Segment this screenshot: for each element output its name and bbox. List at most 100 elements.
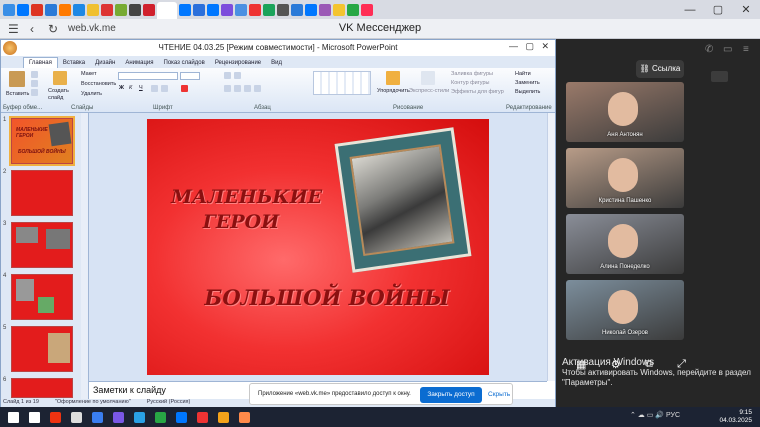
slide-thumbnail-1[interactable]: МАЛЕНЬКИЕ ГЕРОИ БОЛЬШОЙ ВОЙНЫ bbox=[9, 116, 75, 166]
slide-scrollbar[interactable] bbox=[547, 113, 555, 381]
current-slide[interactable]: МАЛЕНЬКИЕ ГЕРОИ БОЛЬШОЙ ВОЙНЫ bbox=[147, 119, 489, 375]
shape-outline-button[interactable]: Контур фигуры bbox=[451, 80, 489, 86]
numbering-icon[interactable] bbox=[234, 72, 241, 79]
browser-tab[interactable] bbox=[263, 3, 275, 16]
browser-tab[interactable] bbox=[3, 3, 15, 16]
browser-tab[interactable] bbox=[143, 3, 155, 16]
taskbar-app-icon[interactable] bbox=[29, 411, 40, 423]
browser-tab[interactable] bbox=[73, 3, 85, 16]
browser-tab[interactable] bbox=[235, 3, 247, 16]
link-button[interactable]: ⛓ Ссылка bbox=[636, 60, 684, 78]
align-left-icon[interactable] bbox=[224, 85, 231, 92]
video-icon[interactable]: ▭ bbox=[723, 44, 732, 55]
ribbon-tab[interactable]: Дизайн bbox=[90, 58, 120, 68]
layout-button[interactable]: Макет bbox=[81, 71, 97, 77]
bullets-icon[interactable] bbox=[224, 72, 231, 79]
browser-tab[interactable] bbox=[17, 3, 29, 16]
browser-tab[interactable] bbox=[333, 3, 345, 16]
underline-icon[interactable]: Ч bbox=[139, 85, 143, 91]
hide-notification-button[interactable]: Скрыть bbox=[488, 391, 510, 398]
copy-icon[interactable] bbox=[31, 80, 38, 87]
slide-title-line1[interactable]: МАЛЕНЬКИЕ ГЕРОИ bbox=[171, 185, 322, 235]
browser-tab[interactable] bbox=[319, 3, 331, 16]
browser-tab[interactable] bbox=[347, 3, 359, 16]
font-size-select[interactable] bbox=[180, 72, 200, 80]
browser-tab[interactable] bbox=[45, 3, 57, 16]
thumbs-scrollbar[interactable] bbox=[81, 113, 88, 399]
browser-tab[interactable] bbox=[87, 3, 99, 16]
paste-button[interactable]: Вставить bbox=[6, 91, 29, 97]
taskbar-app-icon[interactable] bbox=[8, 411, 19, 423]
participant-video-tile[interactable]: Кристина Пашенко bbox=[566, 148, 684, 208]
reset-button[interactable]: Восстановить bbox=[81, 81, 116, 87]
minimize-icon[interactable]: — bbox=[676, 0, 704, 19]
slide-thumbnail-2[interactable] bbox=[11, 170, 73, 216]
more-icon[interactable]: ≡ bbox=[743, 44, 749, 55]
taskbar-app-icon[interactable] bbox=[92, 411, 103, 423]
phone-icon[interactable]: ✆ bbox=[705, 44, 713, 55]
slide-title-line2[interactable]: БОЛЬШОЙ ВОЙНЫ bbox=[197, 285, 457, 310]
slide-thumbnail-5[interactable] bbox=[11, 326, 73, 372]
slide-thumbnail-6[interactable] bbox=[11, 378, 73, 398]
arrange-icon[interactable] bbox=[386, 71, 400, 85]
quick-styles-button[interactable]: Экспресс-стили bbox=[409, 88, 449, 94]
slide-thumbnail-4[interactable] bbox=[11, 274, 73, 320]
browser-tab[interactable] bbox=[221, 3, 233, 16]
taskbar-app-icon[interactable] bbox=[50, 411, 61, 423]
clock[interactable]: 9:15 04.03.2025 bbox=[719, 409, 752, 425]
ribbon-tab[interactable]: Рецензирование bbox=[210, 58, 266, 68]
quick-styles-icon[interactable] bbox=[421, 71, 435, 85]
taskbar-app-icon[interactable] bbox=[155, 411, 166, 423]
ribbon-tab[interactable]: Вставка bbox=[58, 58, 90, 68]
browser-tab[interactable] bbox=[179, 3, 191, 16]
cut-icon[interactable] bbox=[31, 71, 38, 78]
browser-tab[interactable] bbox=[59, 3, 71, 16]
delete-button[interactable]: Удалить bbox=[81, 91, 102, 97]
pp-window-controls[interactable]: — ▢ ✕ bbox=[509, 41, 549, 52]
layout-toggle-icon[interactable] bbox=[711, 71, 728, 82]
browser-tab[interactable] bbox=[291, 3, 303, 16]
replace-button[interactable]: Заменить bbox=[515, 80, 540, 86]
close-icon[interactable]: ✕ bbox=[732, 0, 760, 19]
stop-sharing-button[interactable]: Закрыть доступ bbox=[420, 387, 482, 403]
taskbar-app-icon[interactable] bbox=[239, 411, 250, 423]
format-painter-icon[interactable] bbox=[31, 89, 38, 96]
new-slide-icon[interactable] bbox=[53, 71, 67, 85]
browser-tab[interactable] bbox=[249, 3, 261, 16]
strikethrough-icon[interactable] bbox=[151, 85, 158, 92]
maximize-icon[interactable]: ▢ bbox=[704, 0, 732, 19]
align-center-icon[interactable] bbox=[234, 85, 241, 92]
shape-effects-button[interactable]: Эффекты для фигур bbox=[451, 89, 504, 95]
participant-video-tile[interactable]: Алина Понеделко bbox=[566, 214, 684, 274]
browser-tab[interactable] bbox=[193, 3, 205, 16]
browser-tab[interactable] bbox=[361, 3, 373, 16]
taskbar-app-icon[interactable] bbox=[134, 411, 145, 423]
ribbon-tab[interactable]: Вид bbox=[266, 58, 287, 68]
browser-tab[interactable] bbox=[101, 3, 113, 16]
arrange-button[interactable]: Упорядочить bbox=[377, 88, 410, 94]
participant-video-tile[interactable]: Аня Антонян bbox=[566, 82, 684, 142]
browser-tab[interactable] bbox=[305, 3, 317, 16]
ribbon-tab[interactable]: Показ слайдов bbox=[159, 58, 210, 68]
browser-tab[interactable] bbox=[31, 3, 43, 16]
font-color-icon[interactable] bbox=[181, 85, 188, 92]
find-button[interactable]: Найти bbox=[515, 71, 531, 77]
paste-icon[interactable] bbox=[9, 71, 25, 87]
browser-tab[interactable] bbox=[129, 3, 141, 16]
tray-icons[interactable]: ⌃ ☁ ▭ 🔊 РУС bbox=[630, 411, 680, 419]
slide-thumbnail-3[interactable] bbox=[11, 222, 73, 268]
browser-tab[interactable] bbox=[277, 3, 289, 16]
taskbar-app-icon[interactable] bbox=[71, 411, 82, 423]
font-name-select[interactable] bbox=[118, 72, 178, 80]
shadow-icon[interactable] bbox=[161, 85, 168, 92]
ribbon-tab[interactable]: Главная bbox=[23, 57, 58, 68]
justify-icon[interactable] bbox=[254, 85, 261, 92]
new-slide-button[interactable]: Создать слайд bbox=[48, 88, 78, 102]
participant-video-tile[interactable]: Николай Озеров bbox=[566, 280, 684, 340]
browser-tab[interactable] bbox=[207, 3, 219, 16]
shape-fill-button[interactable]: Заливка фигуры bbox=[451, 71, 493, 77]
ribbon-tab[interactable]: Анимация bbox=[120, 58, 158, 68]
taskbar-app-icon[interactable] bbox=[176, 411, 187, 423]
italic-icon[interactable]: К bbox=[129, 85, 132, 91]
taskbar-app-icon[interactable] bbox=[197, 411, 208, 423]
